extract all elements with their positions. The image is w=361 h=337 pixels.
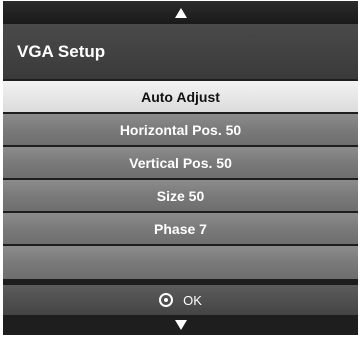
menu-item-size[interactable]: Size 50	[3, 180, 358, 211]
vga-setup-osd-panel: VGA Setup Auto Adjust Horizontal Pos. 50…	[3, 1, 358, 335]
menu-item-empty	[3, 246, 358, 279]
page-title: VGA Setup	[17, 41, 106, 61]
menu-item-auto-adjust[interactable]: Auto Adjust	[3, 81, 358, 112]
up-arrow-icon	[174, 7, 187, 18]
menu-item-phase[interactable]: Phase 7	[3, 213, 358, 244]
scroll-down-button[interactable]	[3, 315, 358, 335]
setup-menu: Auto Adjust Horizontal Pos. 50 Vertical …	[3, 81, 358, 281]
title-bar: VGA Setup	[3, 24, 358, 79]
ok-footer[interactable]: OK	[3, 285, 358, 315]
down-arrow-icon	[174, 320, 187, 330]
ok-circle-icon	[159, 293, 174, 307]
scroll-up-button[interactable]	[3, 1, 358, 24]
menu-item-vertical-pos[interactable]: Vertical Pos. 50	[3, 147, 358, 178]
menu-item-horizontal-pos[interactable]: Horizontal Pos. 50	[3, 114, 358, 145]
ok-label: OK	[183, 292, 202, 308]
